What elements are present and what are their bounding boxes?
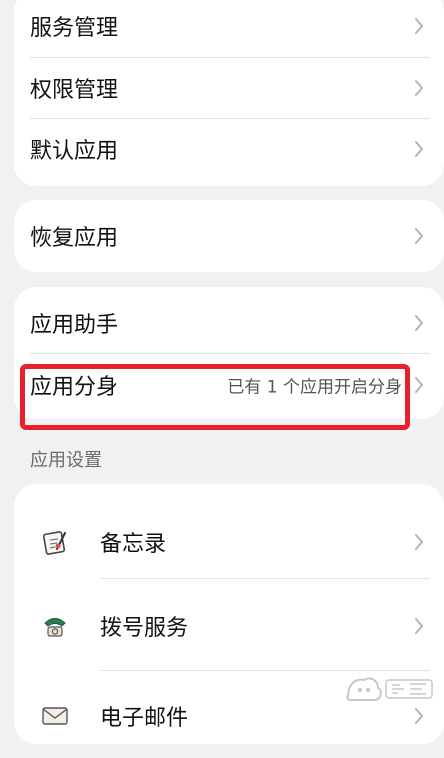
- chevron-right-icon: [415, 228, 423, 244]
- mail-icon: [42, 707, 68, 725]
- chevron-right-icon: [415, 80, 423, 96]
- list-item-label: 拨号服务: [100, 616, 189, 641]
- list-item-restore-apps[interactable]: 恢复应用: [14, 206, 444, 266]
- chevron-right-icon: [415, 141, 423, 157]
- list-item-label: 默认应用: [30, 139, 119, 164]
- phone-icon: [44, 618, 66, 637]
- list-item-app-assistant[interactable]: 应用助手: [14, 293, 444, 353]
- chevron-right-icon: [415, 315, 423, 331]
- settings-card-management: 服务管理 权限管理 默认应用: [14, 0, 444, 186]
- list-item-service-management[interactable]: 服务管理: [14, 0, 444, 56]
- list-item-label: 应用助手: [30, 313, 119, 338]
- divider: [100, 578, 430, 579]
- list-item-dialer[interactable]: 拨号服务: [14, 584, 444, 668]
- list-item-default-apps[interactable]: 默认应用: [14, 119, 444, 179]
- list-item-label: 电子邮件: [100, 706, 189, 731]
- divider: [30, 353, 430, 354]
- chevron-right-icon: [415, 708, 423, 724]
- list-item-label: 恢复应用: [30, 226, 119, 251]
- memo-icon: [42, 531, 66, 555]
- highlight-annotation: [20, 364, 410, 430]
- list-item-label: 权限管理: [30, 78, 119, 103]
- list-item-label: 服务管理: [30, 16, 119, 41]
- chevron-right-icon: [415, 534, 423, 550]
- chevron-right-icon: [415, 18, 423, 34]
- chevron-right-icon: [415, 377, 423, 393]
- watermark-logo: [346, 677, 433, 701]
- section-header-app-settings: 应用设置: [30, 450, 102, 471]
- chevron-right-icon: [415, 618, 423, 634]
- settings-card-restore: 恢复应用: [14, 200, 444, 272]
- list-item-permission-management[interactable]: 权限管理: [14, 58, 444, 118]
- list-item-label: 备忘录: [100, 532, 167, 557]
- list-item-memo[interactable]: 备忘录: [14, 500, 444, 584]
